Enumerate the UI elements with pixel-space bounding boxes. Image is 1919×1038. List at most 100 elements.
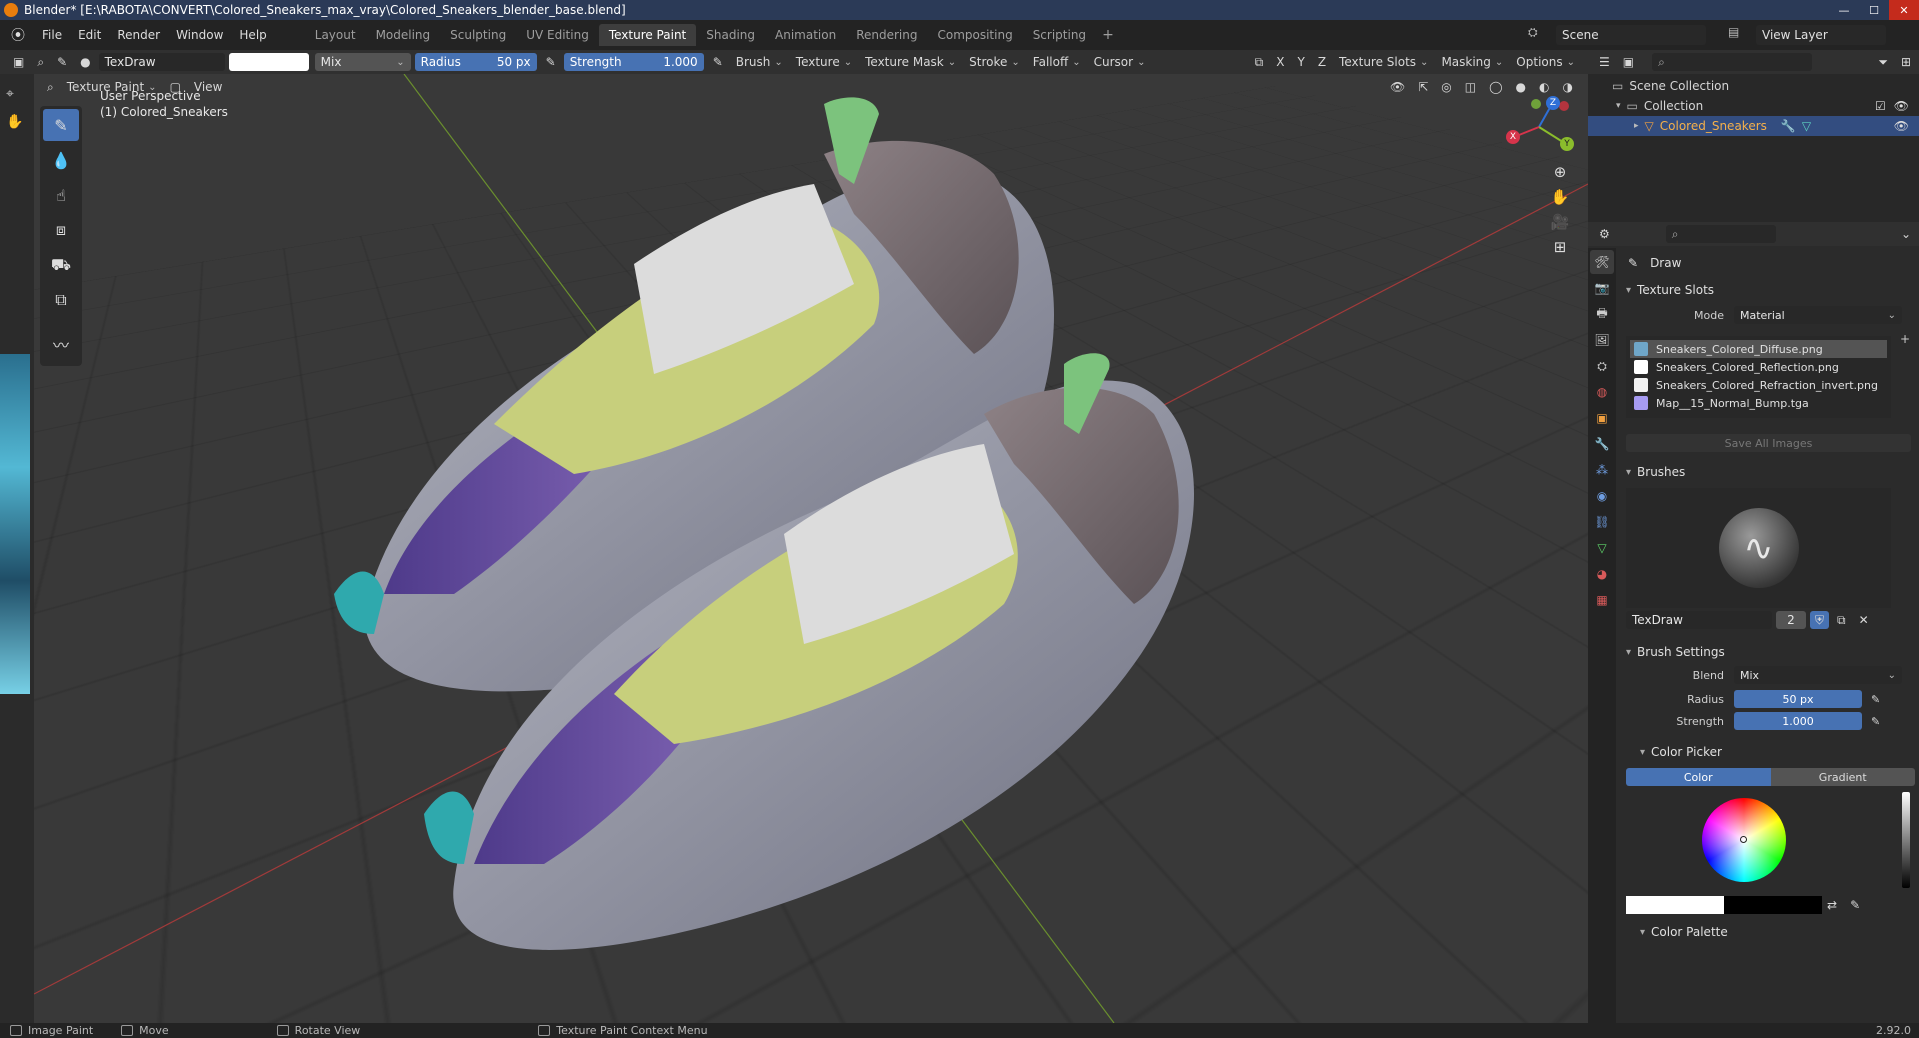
tab-world-icon[interactable]: ◍ [1590, 380, 1614, 404]
menu-masking[interactable]: Masking [1436, 53, 1508, 71]
primary-secondary-swatch[interactable] [1626, 896, 1822, 914]
tab-output-icon[interactable]: 🖶 [1590, 302, 1614, 326]
outliner-scene-collection[interactable]: ▭ Scene Collection [1588, 76, 1919, 96]
fill-tool-icon[interactable]: ⛟ [43, 249, 79, 281]
collection-visibility-icon[interactable]: 👁 [1894, 99, 1909, 113]
color-wheel-cursor[interactable] [1740, 836, 1747, 843]
menu-texture[interactable]: Texture [791, 53, 857, 71]
radius-slider-props[interactable]: 50 px [1734, 690, 1862, 708]
tab-sculpting[interactable]: Sculpting [440, 24, 516, 46]
tab-uv-editing[interactable]: UV Editing [516, 24, 599, 46]
tab-modeling[interactable]: Modeling [366, 24, 441, 46]
scene-icon[interactable]: ⛭ [1528, 25, 1538, 40]
menu-help[interactable]: Help [231, 20, 274, 50]
clone-tool-icon[interactable]: ⧈ [43, 214, 79, 246]
gizmo-z[interactable]: Z [1546, 96, 1560, 110]
tab-compositing[interactable]: Compositing [927, 24, 1022, 46]
mirror-x-toggle[interactable]: X [1271, 53, 1289, 71]
mode-dropdown-props[interactable]: Material [1734, 306, 1902, 324]
maximize-button[interactable]: ☐ [1859, 0, 1889, 20]
brush-users-count[interactable]: 2 [1776, 611, 1806, 629]
editor-type-icon[interactable]: ▣ [8, 53, 29, 71]
tab-modifiers-icon[interactable]: 🔧 [1590, 432, 1614, 456]
annotate-tool-icon[interactable]: 〰 [43, 328, 79, 360]
close-button[interactable]: ✕ [1889, 0, 1919, 20]
gradient-tab[interactable]: Gradient [1770, 768, 1915, 786]
mask-tool-icon[interactable]: ⧉ [43, 284, 79, 316]
mesh-data-icon[interactable]: ▽ [1802, 119, 1811, 133]
tab-layout[interactable]: Layout [305, 24, 366, 46]
radius-pressure-icon[interactable]: ✎ [541, 53, 561, 71]
brush-name-field[interactable]: TexDraw [98, 53, 225, 71]
menu-cursor[interactable]: Cursor [1089, 53, 1151, 71]
tab-texture-paint[interactable]: Texture Paint [598, 24, 697, 46]
panel-color-palette[interactable]: Color Palette [1618, 920, 1919, 944]
tab-scene-icon[interactable]: ⛭ [1590, 354, 1614, 378]
color-pressure-icon[interactable]: ✎ [1845, 896, 1865, 914]
tab-shading[interactable]: Shading [696, 24, 765, 46]
soften-tool-icon[interactable]: 💧 [43, 144, 79, 176]
tab-rendering[interactable]: Rendering [846, 24, 927, 46]
menu-file[interactable]: File [34, 20, 70, 50]
blend-dropdown-props[interactable]: Mix [1734, 666, 1902, 684]
3d-viewport[interactable]: ⌕ Texture Paint ▢ View 👁 ⇱ ◎ ◫ ◯ ● ◐ ◑ U… [34, 74, 1588, 1023]
radius-pressure-props-icon[interactable]: ✎ [1866, 690, 1885, 708]
properties-search-input[interactable]: ⌕ [1665, 225, 1776, 243]
radius-slider[interactable]: Radius 50 px [414, 53, 537, 71]
tab-scripting[interactable]: Scripting [1023, 24, 1096, 46]
properties-editor-icon[interactable]: ⚙ [1594, 225, 1615, 243]
view-layer-icon[interactable]: ▤ [1728, 25, 1739, 39]
color-wheel[interactable] [1702, 798, 1786, 882]
gizmo-x[interactable]: X [1506, 130, 1520, 144]
menu-options[interactable]: Options [1511, 53, 1580, 71]
texture-slot-item[interactable]: Sneakers_Colored_Refraction_invert.png [1630, 376, 1887, 394]
modifier-wrench-icon[interactable]: 🔧 [1781, 119, 1796, 133]
mirror-z-toggle[interactable]: Z [1313, 53, 1331, 71]
texture-slot-item[interactable]: Sneakers_Colored_Diffuse.png [1630, 340, 1887, 358]
add-slot-icon[interactable]: + [1900, 332, 1910, 346]
new-collection-icon[interactable]: ⊞ [1896, 53, 1916, 71]
outliner-object-row[interactable]: ▸ ▽ Colored_Sneakers 🔧 ▽ 👁 [1588, 116, 1919, 136]
tab-physics-icon[interactable]: ◉ [1590, 484, 1614, 508]
outliner-search-input[interactable]: ⌕ [1652, 53, 1813, 71]
tab-data-icon[interactable]: ▽ [1590, 536, 1614, 560]
mirror-y-toggle[interactable]: Y [1292, 53, 1309, 71]
panel-brushes[interactable]: Brushes [1618, 460, 1919, 484]
color-tab[interactable]: Color [1626, 768, 1771, 786]
collection-checkbox[interactable]: ☑ [1875, 99, 1886, 113]
tab-view-layer-icon[interactable]: 🖼 [1590, 328, 1614, 352]
gizmo-y[interactable]: Y [1560, 137, 1574, 151]
menu-falloff[interactable]: Falloff [1028, 53, 1086, 71]
duplicate-brush-icon[interactable]: ⧉ [1832, 611, 1851, 629]
paint-mode-icon[interactable]: ⌕ [32, 53, 49, 71]
draw-tool-icon[interactable]: ✎ [43, 109, 79, 141]
pan-hand-icon[interactable]: ✋ [6, 114, 28, 130]
outliner-collection[interactable]: ▾ ▭ Collection ☑ 👁 [1588, 96, 1919, 116]
navigation-gizmo[interactable]: Z Y X [1504, 92, 1574, 162]
brush-icon[interactable]: ✎ [52, 53, 72, 71]
xray-toggle-icon[interactable]: ◫ [1460, 78, 1481, 96]
menu-texture-mask[interactable]: Texture Mask [860, 53, 961, 71]
menu-render[interactable]: Render [109, 20, 168, 50]
strength-slider-props[interactable]: 1.000 [1734, 712, 1862, 730]
texture-slot-item[interactable]: Sneakers_Colored_Reflection.png [1630, 358, 1887, 376]
sneakers-model[interactable] [334, 94, 1384, 994]
expand-arrow-icon-2[interactable]: ▸ [1634, 121, 1639, 131]
save-all-images-button[interactable]: Save All Images [1626, 434, 1911, 452]
outliner-editor-icon[interactable]: ☰ [1594, 53, 1615, 71]
tab-particles-icon[interactable]: ⁂ [1590, 458, 1614, 482]
camera-icon[interactable]: 🎥 [1548, 210, 1572, 235]
value-slider[interactable] [1902, 792, 1910, 888]
symmetry-icon[interactable]: ⧉ [1250, 53, 1269, 71]
filter-icon[interactable]: ⏷ [1873, 53, 1893, 71]
unlink-brush-icon[interactable]: ✕ [1854, 611, 1874, 629]
brush-name-input[interactable]: TexDraw [1626, 611, 1772, 629]
strength-pressure-icon[interactable]: ✎ [708, 53, 728, 71]
panel-texture-slots[interactable]: Texture Slots [1618, 278, 1919, 302]
view-layer-selector[interactable]: View Layer [1756, 25, 1886, 45]
brush-preview[interactable]: ∿ [1626, 488, 1891, 608]
menu-brush[interactable]: Brush [731, 53, 788, 71]
gizmo-toggle-icon[interactable]: ⇱ [1413, 78, 1433, 96]
fake-user-shield-icon[interactable]: ⛨ [1810, 611, 1830, 629]
panel-brush-settings[interactable]: Brush Settings [1618, 640, 1919, 664]
